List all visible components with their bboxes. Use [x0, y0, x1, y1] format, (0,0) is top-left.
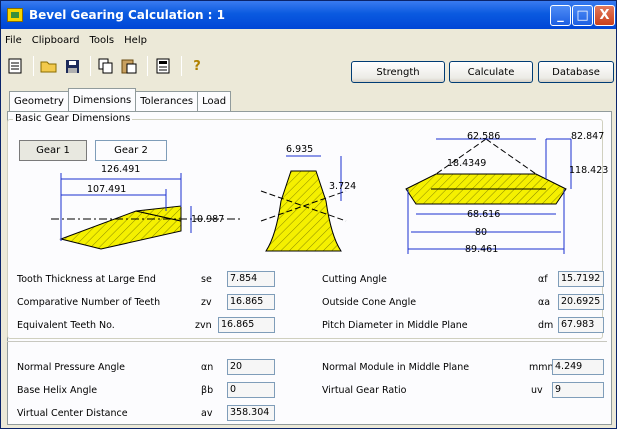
- menu-help[interactable]: Help: [124, 35, 147, 46]
- base-helix-label: Base Helix Angle: [17, 385, 98, 396]
- cutting-angle-symbol: αf: [538, 274, 548, 285]
- normal-module-label: Normal Module in Middle Plane: [322, 362, 470, 373]
- base-helix-value[interactable]: 0: [227, 382, 275, 398]
- application-window: Bevel Gearing Calculation : 1 _ □ X File…: [0, 0, 617, 429]
- virtual-ratio-label: Virtual Gear Ratio: [322, 385, 407, 396]
- tab-dimensions[interactable]: Dimensions: [67, 88, 137, 111]
- normal-pressure-label: Normal Pressure Angle: [17, 362, 126, 373]
- copy-icon[interactable]: [96, 56, 116, 76]
- gear-cone-drawing: [51, 173, 241, 250]
- comparative-teeth-label: Comparative Number of Teeth: [17, 297, 161, 308]
- dim-18: 18.4349: [447, 158, 487, 169]
- database-button[interactable]: Database: [538, 61, 614, 83]
- save-icon[interactable]: [62, 56, 82, 76]
- dim-82: 82.847: [571, 131, 605, 142]
- equivalent-teeth-value[interactable]: 16.865: [218, 317, 275, 333]
- cutting-angle-value[interactable]: 15.7192: [558, 271, 604, 287]
- gear-1-button[interactable]: Gear 1: [19, 140, 87, 161]
- minimize-button[interactable]: _: [550, 5, 571, 26]
- toolbar-separator: [90, 56, 91, 76]
- dim-126: 126.491: [101, 164, 141, 175]
- dim-10: 10.987: [191, 214, 225, 225]
- virtual-center-symbol: av: [201, 408, 213, 419]
- group-label: Basic Gear Dimensions: [13, 113, 133, 124]
- dim-80: 80: [475, 227, 488, 238]
- menu-tools[interactable]: Tools: [90, 35, 115, 46]
- equivalent-teeth-symbol: zvn: [195, 320, 212, 331]
- close-button[interactable]: X: [594, 5, 615, 26]
- app-icon: [7, 8, 23, 22]
- equivalent-teeth-label: Equivalent Teeth No.: [17, 320, 115, 331]
- dim-107: 107.491: [87, 184, 127, 195]
- pinion-drawing: [405, 138, 572, 254]
- toolbar-separator: [147, 56, 148, 76]
- dim-3: 3.724: [329, 181, 357, 192]
- outside-cone-label: Outside Cone Angle: [322, 297, 417, 308]
- dim-62: 62.586: [467, 131, 501, 142]
- title-bar[interactable]: Bevel Gearing Calculation : 1 _ □ X: [1, 1, 616, 29]
- tab-geometry[interactable]: Geometry: [9, 91, 69, 111]
- help-icon[interactable]: ?: [187, 56, 207, 76]
- tooth-thickness-symbol: se: [201, 274, 212, 285]
- tooth-thickness-label: Tooth Thickness at Large End: [17, 274, 156, 285]
- tooth-profile-drawing: [260, 155, 347, 252]
- open-folder-icon[interactable]: [39, 56, 59, 76]
- virtual-ratio-value[interactable]: 9: [552, 382, 604, 398]
- gear-2-button[interactable]: Gear 2: [95, 140, 167, 161]
- dim-89: 89.461: [465, 244, 499, 255]
- paste-icon[interactable]: [119, 56, 139, 76]
- toolbar-separator: [33, 56, 34, 76]
- menu-bar: File Clipboard Tools Help: [5, 31, 147, 49]
- menu-file[interactable]: File: [5, 35, 22, 46]
- document-icon[interactable]: [5, 56, 25, 76]
- virtual-ratio-symbol: uv: [531, 385, 543, 396]
- normal-module-value[interactable]: 4.249: [552, 359, 604, 375]
- maximize-button[interactable]: □: [572, 5, 593, 26]
- dim-6: 6.935: [286, 144, 314, 155]
- dim-68: 68.616: [467, 209, 501, 220]
- toolbar-separator: [181, 56, 182, 76]
- window-title: Bevel Gearing Calculation : 1: [29, 8, 225, 22]
- normal-pressure-symbol: αn: [201, 362, 214, 373]
- pitch-diameter-label: Pitch Diameter in Middle Plane: [322, 320, 468, 331]
- tooth-thickness-value[interactable]: 7.854: [227, 271, 275, 287]
- calculate-button[interactable]: Calculate: [449, 61, 533, 83]
- base-helix-symbol: βb: [201, 385, 214, 396]
- menu-clipboard[interactable]: Clipboard: [32, 35, 80, 46]
- strength-button[interactable]: Strength: [351, 61, 445, 83]
- normal-module-symbol: mmn: [529, 362, 554, 373]
- dim-118: 118.423: [569, 165, 609, 176]
- normal-pressure-value[interactable]: 20: [227, 359, 275, 375]
- outside-cone-symbol: αa: [538, 297, 551, 308]
- tab-strip: Geometry Dimensions Tolerances Load: [9, 88, 232, 111]
- tab-tolerances[interactable]: Tolerances: [135, 91, 199, 111]
- pitch-diameter-symbol: dm: [538, 320, 554, 331]
- pitch-diameter-value[interactable]: 67.983: [558, 317, 604, 333]
- virtual-center-label: Virtual Center Distance: [17, 408, 128, 419]
- outside-cone-value[interactable]: 20.6925: [558, 294, 604, 310]
- comparative-teeth-symbol: zv: [201, 297, 212, 308]
- cutting-angle-label: Cutting Angle: [322, 274, 387, 285]
- section-divider: [7, 341, 607, 342]
- comparative-teeth-value[interactable]: 16.865: [227, 294, 275, 310]
- virtual-center-value[interactable]: 358.304: [227, 405, 275, 421]
- tab-load[interactable]: Load: [197, 91, 232, 111]
- properties-icon[interactable]: [153, 56, 173, 76]
